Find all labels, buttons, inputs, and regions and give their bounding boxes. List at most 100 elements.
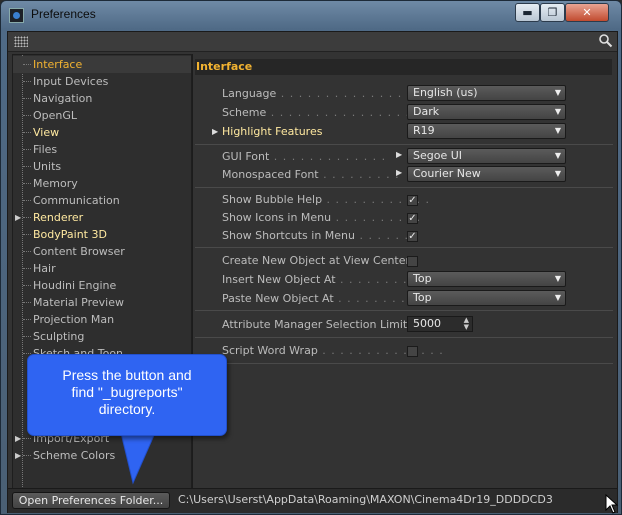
sidebar-item-label: Hair — [33, 262, 56, 275]
highlight-features-label: Highlight Features — [222, 125, 323, 138]
sidebar-item-material-preview[interactable]: Material Preview — [13, 294, 191, 311]
chevron-down-icon: ▼ — [554, 88, 561, 97]
section-divider — [195, 187, 613, 188]
sidebar-item-content-browser[interactable]: Content Browser — [13, 243, 191, 260]
sidebar-item-projection-man[interactable]: Projection Man — [13, 311, 191, 328]
expand-arrow-icon[interactable]: ▶ — [15, 447, 21, 464]
gui-font-dropdown[interactable]: Segoe UI ▼ — [407, 148, 566, 164]
sidebar-item-interface[interactable]: Interface — [13, 56, 191, 73]
sidebar-item-label: View — [33, 126, 60, 139]
category-tree: Interface Input Devices Navigation OpenG… — [12, 54, 192, 506]
monospaced-font-label: Monospaced Font . . . . . . . . . — [222, 168, 400, 181]
sidebar-item-navigation[interactable]: Navigation — [13, 90, 191, 107]
preferences-client-area: Interface Input Devices Navigation OpenG… — [7, 31, 618, 513]
minimize-button[interactable]: ▬ — [515, 3, 540, 22]
insert-new-object-dropdown[interactable]: Top ▼ — [407, 271, 566, 287]
sidebar-item-label: Projection Man — [33, 313, 115, 326]
preferences-window: Preferences ▬ ❐ ✕ Interface Input Device… — [0, 0, 622, 515]
sidebar-item-renderer[interactable]: ▶ Renderer — [13, 209, 191, 226]
highlight-features-dropdown[interactable]: R19 ▼ — [407, 123, 566, 139]
sidebar-item-label: Material Preview — [33, 296, 125, 309]
expand-arrow-icon[interactable]: ▶ — [15, 430, 21, 447]
sidebar-item-label: Renderer — [33, 211, 84, 224]
show-bubble-help-checkbox[interactable]: ✓ — [407, 195, 418, 206]
attr-selection-limit-label: Attribute Manager Selection Limit — [222, 318, 408, 331]
search-icon[interactable] — [598, 33, 613, 48]
sidebar-item-input-devices[interactable]: Input Devices — [13, 73, 191, 90]
section-divider — [195, 247, 613, 248]
show-icons-menu-label: Show Icons in Menu . . . . . . . . . . — [222, 211, 422, 224]
pane-splitter[interactable] — [192, 54, 193, 504]
expand-arrow-icon[interactable]: ▶ — [212, 127, 218, 136]
callout-line-3: directory. — [98, 401, 156, 417]
show-shortcuts-menu-label: Show Shortcuts in Menu . . . . . . — [222, 229, 409, 242]
maximize-button[interactable]: ❐ — [540, 3, 565, 22]
sidebar-item-label: Interface — [33, 58, 83, 71]
settings-panel: Interface Language . . . . . . . . . . .… — [195, 54, 613, 506]
close-button[interactable]: ✕ — [565, 3, 609, 22]
show-bubble-help-label: Show Bubble Help . . . . . . . . . . . . — [222, 193, 430, 206]
sidebar-item-label: OpenGL — [33, 109, 78, 122]
cinema4d-app-icon — [9, 8, 24, 23]
sidebar-item-files[interactable]: Files — [13, 141, 191, 158]
instruction-callout: Press the button and find "_bugreports" … — [27, 354, 227, 436]
section-divider — [195, 363, 613, 364]
script-word-wrap-checkbox[interactable] — [407, 346, 418, 357]
sidebar-item-houdini-engine[interactable]: Houdini Engine — [13, 277, 191, 294]
sidebar-item-opengl[interactable]: OpenGL — [13, 107, 191, 124]
panel-heading: Interface — [195, 59, 612, 75]
attr-selection-limit-input[interactable]: 5000 ▲ ▼ — [407, 316, 473, 332]
create-at-view-center-checkbox[interactable] — [407, 256, 418, 267]
chevron-down-icon: ▼ — [554, 274, 561, 283]
sidebar-item-label: Houdini Engine — [33, 279, 117, 292]
chevron-down-icon: ▼ — [554, 126, 561, 135]
spinner-arrows-icon[interactable]: ▲ ▼ — [464, 317, 469, 331]
sidebar-item-label: Files — [33, 143, 58, 156]
language-label: Language . . . . . . . . . . . . . . . — [222, 87, 412, 100]
chevron-down-icon: ▼ — [554, 107, 561, 116]
title-bar[interactable]: Preferences ▬ ❐ ✕ — [1, 1, 621, 31]
expand-arrow-icon[interactable]: ▶ — [396, 168, 402, 177]
show-shortcuts-menu-checkbox[interactable]: ✓ — [407, 231, 418, 242]
footer-bar: Open Preferences Folder... C:\Users\User… — [8, 488, 617, 513]
scheme-dropdown[interactable]: Dark ▼ — [407, 104, 566, 120]
sidebar-item-view[interactable]: View — [13, 124, 191, 141]
sidebar-item-bodypaint-3d[interactable]: BodyPaint 3D — [13, 226, 191, 243]
expand-arrow-icon[interactable]: ▶ — [15, 209, 21, 226]
window-title: Preferences — [31, 7, 96, 21]
section-divider — [195, 310, 613, 311]
sidebar-item-label: Navigation — [33, 92, 93, 105]
sidebar-item-communication[interactable]: Communication — [13, 192, 191, 209]
toolbar — [8, 32, 617, 52]
sidebar-item-hair[interactable]: Hair — [13, 260, 191, 277]
sidebar-item-memory[interactable]: Memory — [13, 175, 191, 192]
show-icons-menu-checkbox[interactable]: ✓ — [407, 213, 418, 224]
expand-arrow-icon[interactable]: ▶ — [396, 150, 402, 159]
sidebar-item-label: Memory — [33, 177, 78, 190]
sidebar-item-label: Units — [33, 160, 62, 173]
callout-line-2: find "_bugreports" — [71, 384, 183, 400]
preferences-path: C:\Users\Userst\AppData\Roaming\MAXON\Ci… — [178, 493, 553, 506]
mouse-cursor-icon — [605, 494, 619, 514]
callout-pointer — [120, 433, 156, 485]
sidebar-item-scheme-colors[interactable]: ▶ Scheme Colors — [13, 447, 191, 464]
section-divider — [195, 144, 613, 145]
sidebar-item-label: Scheme Colors — [33, 449, 116, 462]
sidebar-item-sculpting[interactable]: Sculpting — [13, 328, 191, 345]
create-at-view-center-label: Create New Object at View Center — [222, 254, 411, 267]
sidebar-item-label: Communication — [33, 194, 120, 207]
paste-new-object-dropdown[interactable]: Top ▼ — [407, 290, 566, 306]
sidebar-item-label: Sculpting — [33, 330, 85, 343]
insert-new-object-label: Insert New Object At . . . . . . . . . . — [222, 273, 426, 286]
monospaced-font-dropdown[interactable]: Courier New ▼ — [407, 166, 566, 182]
sidebar-item-units[interactable]: Units — [13, 158, 191, 175]
open-preferences-folder-button[interactable]: Open Preferences Folder... — [12, 492, 170, 509]
chevron-down-icon: ▼ — [554, 169, 561, 178]
grip-icon[interactable] — [14, 36, 28, 47]
language-dropdown[interactable]: English (us) ▼ — [407, 85, 566, 101]
sidebar-item-label: Input Devices — [33, 75, 109, 88]
gui-font-label: GUI Font . . . . . . . . . . . . . — [222, 150, 387, 163]
callout-line-1: Press the button and — [62, 367, 192, 383]
sidebar-item-label: BodyPaint 3D — [33, 228, 107, 241]
section-divider — [195, 337, 613, 338]
